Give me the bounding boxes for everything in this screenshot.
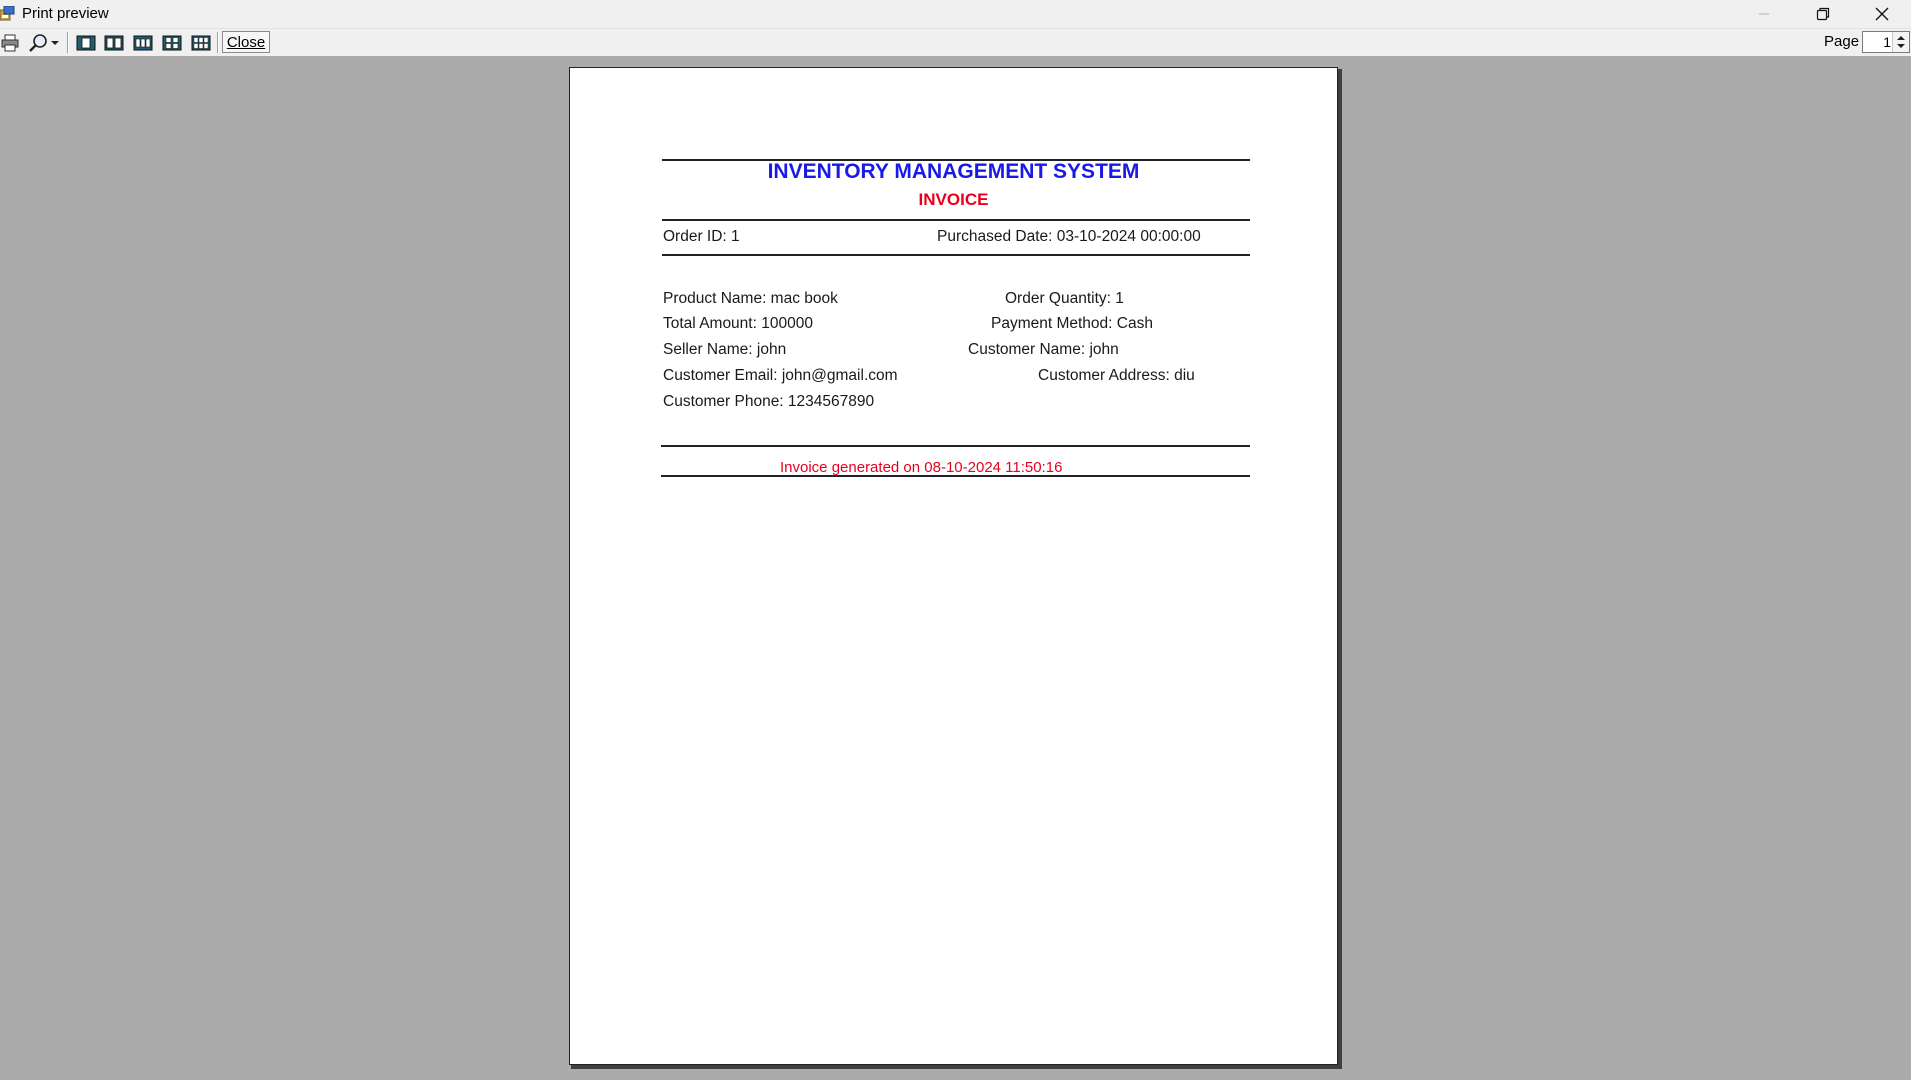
purchased-date: Purchased Date: 03-10-2024 00:00:00 [937, 228, 1201, 245]
order-info-rule [662, 254, 1250, 256]
zoom-dropdown-button[interactable] [24, 31, 64, 54]
minimize-button[interactable] [1735, 0, 1793, 28]
title-bar: Print preview [0, 0, 1911, 29]
page-number-spinner[interactable]: 1 [1862, 31, 1910, 53]
close-window-button[interactable] [1853, 0, 1911, 28]
toolbar-separator [217, 32, 218, 53]
three-pages-button[interactable] [131, 31, 155, 54]
chevron-down-icon [51, 40, 59, 45]
preview-page: INVENTORY MANAGEMENT SYSTEM INVOICE Orde… [569, 67, 1338, 1065]
order-quantity: Order Quantity: 1 [1005, 290, 1124, 307]
two-pages-button[interactable] [102, 31, 126, 54]
print-preview-app-icon [0, 5, 15, 21]
zoom-icon [29, 33, 47, 52]
product-name: Product Name: mac book [663, 290, 838, 307]
seller-name: Seller Name: john [663, 341, 787, 358]
minimize-icon [1759, 13, 1769, 15]
restore-icon [1816, 7, 1830, 21]
invoice-heading: INVOICE [918, 190, 989, 209]
header-bottom-rule [662, 219, 1250, 221]
two-pages-icon [104, 35, 124, 50]
page-label: Page [1824, 33, 1860, 50]
spin-down-icon [1897, 44, 1905, 48]
six-pages-icon [191, 35, 211, 50]
window-title: Print preview [22, 5, 109, 22]
close-preview-button[interactable]: Close [222, 31, 270, 53]
toolbar: Close Page 1 [0, 29, 1911, 56]
printer-icon [1, 34, 19, 51]
one-page-button[interactable] [74, 31, 98, 54]
payment-method: Payment Method: Cash [991, 315, 1153, 332]
three-pages-icon [133, 35, 153, 50]
six-pages-button[interactable] [189, 31, 213, 54]
total-amount: Total Amount: 100000 [663, 315, 813, 332]
invoice-system-title: INVENTORY MANAGEMENT SYSTEM [767, 160, 1140, 183]
invoice-generated-footer: Invoice generated on 08-10-2024 11:50:16 [780, 459, 1063, 476]
four-pages-button[interactable] [160, 31, 184, 54]
customer-phone: Customer Phone: 1234567890 [663, 393, 875, 410]
four-pages-icon [162, 35, 182, 50]
footer-bottom-rule [661, 475, 1250, 477]
print-button[interactable] [0, 31, 20, 54]
one-page-icon [76, 35, 96, 50]
spin-up-icon [1897, 36, 1905, 40]
restore-button[interactable] [1794, 0, 1852, 28]
customer-email: Customer Email: john@gmail.com [663, 367, 898, 384]
spinner-arrows[interactable] [1892, 32, 1909, 52]
toolbar-separator [67, 32, 68, 53]
close-icon [1875, 7, 1889, 21]
page-number-value[interactable]: 1 [1883, 34, 1891, 50]
customer-address: Customer Address: diu [1038, 367, 1195, 384]
footer-top-rule [661, 445, 1250, 447]
order-id: Order ID: 1 [663, 228, 740, 245]
customer-name: Customer Name: john [968, 341, 1119, 358]
